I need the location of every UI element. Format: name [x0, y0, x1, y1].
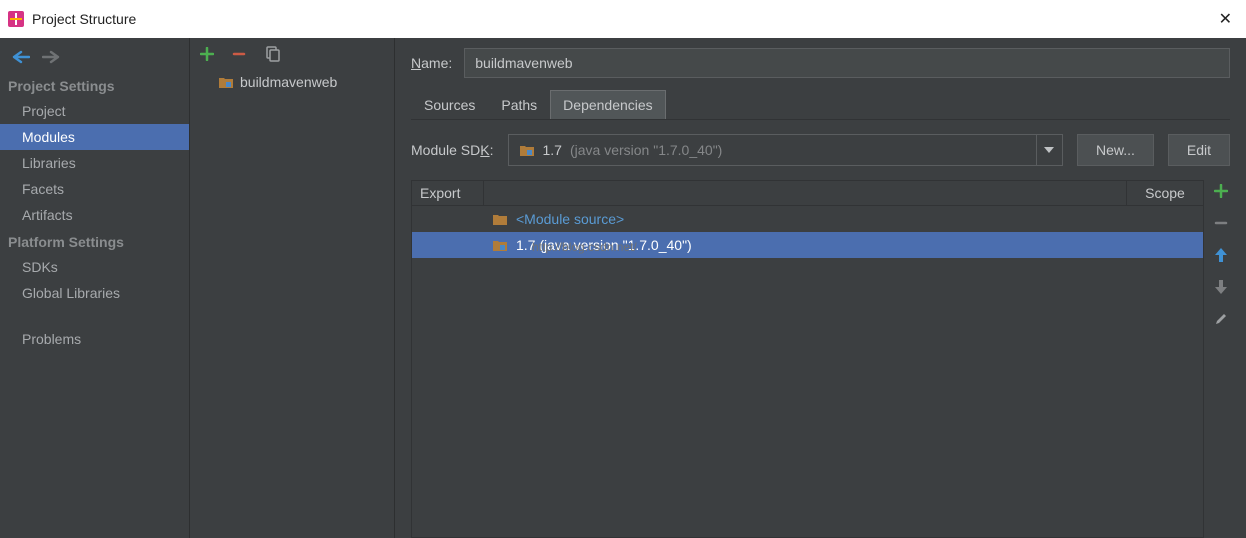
window-title: Project Structure: [32, 11, 136, 27]
nav-gap: [0, 306, 189, 326]
jdk-folder-icon: [492, 238, 508, 252]
nav-item-modules[interactable]: Modules: [0, 124, 189, 150]
remove-dependency-icon[interactable]: [1212, 214, 1230, 232]
module-tree-item[interactable]: buildmavenweb: [190, 70, 394, 94]
app-icon: [8, 11, 24, 27]
back-icon[interactable]: [12, 50, 30, 64]
nav-history-arrows: [0, 44, 189, 72]
copy-icon[interactable]: [264, 46, 280, 62]
nav-item-project[interactable]: Project: [0, 98, 189, 124]
module-name-label: buildmavenweb: [240, 74, 337, 90]
jdk-folder-icon: [519, 143, 535, 157]
edit-dependency-icon[interactable]: [1212, 310, 1230, 328]
source-folder-icon: [492, 212, 508, 226]
sdk-name-text: 1.7: [543, 142, 562, 158]
left-sidebar: Project Settings Project Modules Librari…: [0, 38, 190, 538]
module-name-input[interactable]: [464, 48, 1230, 78]
tab-dependencies[interactable]: Dependencies: [550, 90, 666, 119]
dependencies-table: Export Scope <Module source>: [411, 180, 1204, 538]
nav-item-artifacts[interactable]: Artifacts: [0, 202, 189, 228]
dependencies-body: <Module source> 1.7 (java version "1.7.0…: [412, 206, 1203, 537]
nav-item-global-libraries[interactable]: Global Libraries: [0, 280, 189, 306]
dependency-side-buttons: [1212, 180, 1230, 538]
module-detail-panel: Name: Sources Paths Dependencies Module …: [395, 38, 1246, 538]
titlebar: Project Structure ✕: [0, 0, 1246, 38]
dependencies-header: Export Scope: [412, 181, 1203, 206]
tab-sources[interactable]: Sources: [411, 90, 488, 119]
move-up-icon[interactable]: [1212, 246, 1230, 264]
module-folder-icon: [218, 75, 234, 89]
col-name: [484, 181, 1127, 205]
row-label: 1.7 (java version "1.7.0_40"): [516, 237, 692, 253]
close-icon[interactable]: ✕: [1213, 9, 1238, 29]
table-row[interactable]: 1.7 (java version "1.7.0_40"): [412, 232, 1203, 258]
add-dependency-icon[interactable]: [1212, 182, 1230, 200]
module-sdk-label: Module SDK:: [411, 142, 494, 158]
nav-item-problems[interactable]: Problems: [0, 326, 189, 352]
sdk-dropdown-caret[interactable]: [1037, 134, 1063, 166]
table-row[interactable]: <Module source>: [412, 206, 1203, 232]
sdk-version-text: (java version "1.7.0_40"): [570, 142, 722, 158]
col-export[interactable]: Export: [412, 181, 484, 205]
row-label: <Module source>: [516, 211, 624, 227]
col-scope[interactable]: Scope: [1127, 181, 1203, 205]
module-sdk-select[interactable]: 1.7 (java version "1.7.0_40"): [508, 134, 1037, 166]
module-name-label-text: Name:: [411, 55, 452, 71]
remove-icon[interactable]: [232, 47, 246, 61]
nav-item-libraries[interactable]: Libraries: [0, 150, 189, 176]
nav-item-sdks[interactable]: SDKs: [0, 254, 189, 280]
module-name-row: Name:: [411, 48, 1230, 78]
edit-sdk-button[interactable]: Edit: [1168, 134, 1230, 166]
add-icon[interactable]: [200, 47, 214, 61]
content: Project Settings Project Modules Librari…: [0, 38, 1246, 538]
module-tabs: Sources Paths Dependencies: [411, 90, 1230, 120]
forward-icon[interactable]: [42, 50, 60, 64]
module-tree-panel: buildmavenweb: [190, 38, 395, 538]
new-sdk-button[interactable]: New...: [1077, 134, 1154, 166]
tab-paths[interactable]: Paths: [488, 90, 550, 119]
module-tree-toolbar: [190, 38, 394, 70]
dependencies-area: Export Scope <Module source>: [411, 180, 1230, 538]
nav-item-facets[interactable]: Facets: [0, 176, 189, 202]
nav-section-project-settings: Project Settings: [0, 72, 189, 98]
module-sdk-row: Module SDK: 1.7 (java version "1.7.0_40"…: [411, 134, 1230, 166]
move-down-icon[interactable]: [1212, 278, 1230, 296]
nav-section-platform-settings: Platform Settings: [0, 228, 189, 254]
